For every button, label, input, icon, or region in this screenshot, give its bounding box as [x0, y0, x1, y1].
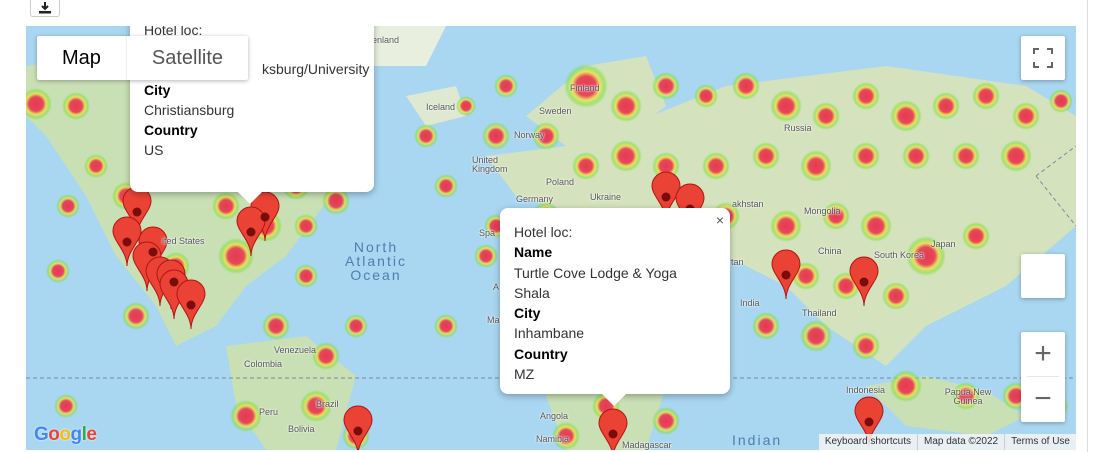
place-label: Germany: [516, 194, 554, 204]
place-label: Iceland: [426, 102, 456, 112]
place-label: enland: [372, 35, 400, 45]
terms-link[interactable]: Terms of Use: [1004, 434, 1076, 450]
place-label: Colombia: [244, 359, 283, 369]
hotel-name-value: Turtle Cove Lodge & Yoga Shala: [514, 264, 677, 301]
map-type-control: Map Satellite: [37, 36, 249, 80]
place-label: Brazil: [316, 399, 339, 409]
city-label: City: [514, 305, 541, 322]
place-label: tan: [731, 257, 744, 267]
place-label: A: [493, 282, 500, 292]
place-label: Angola: [540, 411, 569, 421]
place-label: akhstan: [732, 199, 764, 209]
place-label: Bolivia: [288, 424, 315, 434]
ocean-label: North Atlantic Ocean: [345, 239, 407, 283]
info-window-hotel-main: × Hotel loc: Name Turtle Cove Lodge & Yo…: [500, 208, 730, 406]
download-icon: [39, 2, 51, 14]
fullscreen-icon: [1033, 48, 1053, 68]
place-label: United Kingdom: [472, 155, 508, 174]
panel-divider: [1087, 0, 1088, 452]
fullscreen-button[interactable]: [1021, 36, 1065, 80]
place-label: Spa: [479, 228, 496, 238]
map-type-satellite-button[interactable]: Satellite: [125, 36, 248, 80]
place-label: Namibia: [536, 434, 570, 444]
place-label: India: [740, 298, 760, 308]
zoom-out-button[interactable]: −: [1021, 377, 1065, 421]
place-label: South Korea: [874, 250, 925, 260]
zoom-in-button[interactable]: +: [1021, 332, 1065, 376]
attribution-bar: Keyboard shortcuts Map data ©2022 Terms …: [818, 434, 1076, 450]
city-value: Inhambane: [514, 325, 585, 342]
place-label: Peru: [259, 407, 279, 417]
zoom-control: + −: [1021, 332, 1065, 422]
keyboard-shortcuts-link[interactable]: Keyboard shortcuts: [819, 434, 917, 450]
place-label: Sweden: [539, 106, 572, 116]
country-label: Country: [144, 122, 198, 139]
map-type-map-button[interactable]: Map: [37, 36, 126, 80]
place-label: Mongolia: [804, 206, 841, 216]
place-label: Poland: [546, 177, 575, 187]
place-label: Ma: [487, 315, 500, 325]
place-label: Thailand: [802, 308, 837, 318]
info-window-tail: [602, 394, 626, 406]
country-value: MZ: [514, 366, 535, 383]
hotel-name-value: ksburg/University: [262, 61, 370, 78]
info-title: Hotel loc:: [514, 224, 573, 240]
place-label: Norway: [514, 130, 545, 140]
city-label: City: [144, 81, 171, 98]
place-label: Russia: [784, 123, 812, 133]
close-icon[interactable]: ×: [716, 210, 724, 230]
name-label: Name: [514, 244, 553, 261]
place-label: Madagascar: [622, 440, 672, 450]
info-window-tail: [238, 192, 262, 204]
street-view-button[interactable]: [1021, 254, 1065, 298]
country-value: US: [144, 142, 164, 159]
place-label: China: [818, 246, 842, 256]
place-label: Papua New Guinea: [944, 387, 992, 406]
google-logo: Google: [34, 424, 97, 445]
place-label: Finland: [570, 83, 600, 93]
download-button[interactable]: [30, 0, 60, 17]
map-data-text: Map data ©2022: [917, 434, 1004, 450]
place-label: Venezuela: [274, 345, 317, 355]
city-value: Christiansburg: [144, 101, 235, 118]
country-label: Country: [514, 345, 568, 362]
place-label: Japan: [931, 239, 956, 249]
ocean-label: Indian: [732, 432, 783, 448]
place-label: ited States: [162, 236, 205, 246]
place-label: Indonesia: [846, 385, 886, 395]
place-label: Ukraine: [590, 192, 622, 202]
map-canvas[interactable]: enland Iceland Finland Sweden Norway Rus…: [26, 26, 1076, 450]
